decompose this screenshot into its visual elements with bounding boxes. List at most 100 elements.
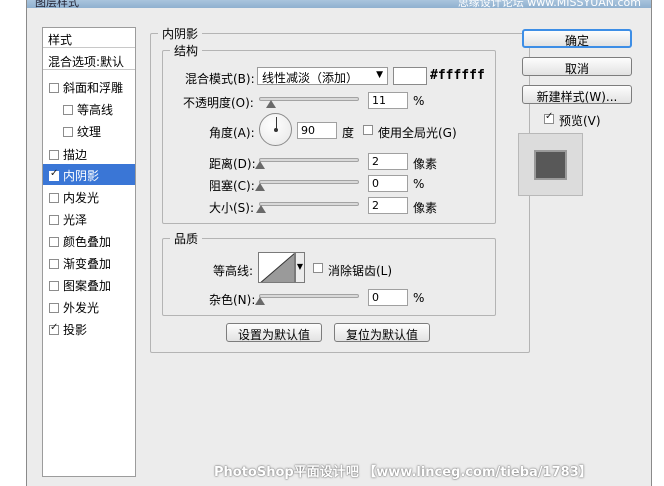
noise-label: 杂色(N): [209, 293, 256, 307]
styles-header[interactable]: 样式 [43, 28, 135, 48]
style-item-label: 内阴影 [63, 169, 100, 183]
style-item-satin[interactable]: 光泽 [43, 208, 135, 229]
style-item-inner-glow[interactable]: 内发光 [43, 186, 135, 207]
blend-mode-label: 混合模式(B): [185, 72, 255, 86]
noise-unit: % [413, 291, 425, 305]
style-item-texture[interactable]: 纹理 [43, 120, 135, 141]
blend-mode-value: 线性减淡（添加） [262, 71, 359, 85]
choke-label: 阻塞(C): [209, 179, 255, 193]
style-item-contour[interactable]: 等高线 [43, 98, 135, 119]
opacity-label: 不透明度(O): [183, 96, 254, 110]
size-slider[interactable] [255, 202, 359, 213]
window-title: 图层样式 [35, 0, 79, 8]
opacity-slider-thumb[interactable] [266, 100, 276, 108]
angle-unit: 度 [342, 126, 355, 140]
distance-unit: 像素 [413, 157, 438, 171]
opacity-input[interactable]: 11 [368, 92, 408, 109]
reset-default-button[interactable]: 复位为默认值 [334, 323, 430, 342]
contour-dropdown-arrow[interactable]: ▼ [295, 252, 305, 283]
opacity-slider[interactable] [259, 97, 359, 108]
angle-center-dot [274, 128, 278, 132]
style-item-stroke[interactable]: 描边 [43, 143, 135, 164]
contour-checkbox[interactable] [63, 105, 73, 115]
outer-glow-checkbox[interactable] [49, 303, 59, 313]
style-item-outer-glow[interactable]: 外发光 [43, 296, 135, 317]
style-item-label: 投影 [63, 323, 88, 337]
angle-dial[interactable] [259, 113, 292, 146]
inner-shadow-checkbox[interactable] [49, 168, 59, 181]
style-item-bevel-emboss[interactable]: 斜面和浮雕 [43, 76, 135, 97]
choke-input[interactable]: 0 [368, 175, 408, 192]
drop-shadow-checkbox[interactable] [49, 322, 59, 335]
color-overlay-checkbox[interactable] [49, 237, 59, 247]
new-style-button[interactable]: 新建样式(W)... [522, 85, 632, 104]
style-item-inner-shadow[interactable]: 内阴影 [43, 164, 135, 185]
pattern-overlay-checkbox[interactable] [49, 281, 59, 291]
style-item-label: 等高线 [77, 103, 114, 117]
size-slider-thumb[interactable] [255, 205, 266, 213]
anti-alias-label: 消除锯齿(L) [328, 264, 393, 278]
contour-picker[interactable] [258, 252, 295, 283]
contour-curve-icon [260, 253, 294, 282]
ok-button[interactable]: 确定 [522, 29, 632, 48]
title-bar: 图层样式 思缘设计论坛 www.MISSYUAN.com [27, 0, 651, 8]
watermark-text: PhotoShop平面设计吧 【www.linceg.com/tieba/178… [214, 465, 592, 480]
distance-slider-thumb[interactable] [255, 161, 266, 169]
choke-unit: % [413, 177, 425, 191]
stroke-checkbox[interactable] [49, 150, 59, 160]
gradient-overlay-checkbox[interactable] [49, 259, 59, 269]
style-item-label: 纹理 [77, 125, 102, 139]
style-item-label: 内发光 [63, 191, 100, 205]
shadow-color-hex: #ffffff [430, 68, 485, 83]
make-default-button[interactable]: 设置为默认值 [226, 323, 322, 342]
shadow-color-swatch[interactable] [393, 67, 427, 85]
bevel-emboss-checkbox[interactable] [49, 83, 59, 93]
style-item-label: 颜色叠加 [63, 235, 112, 249]
structure-title: 结构 [170, 42, 203, 59]
style-item-pattern-overlay[interactable]: 图案叠加 [43, 274, 135, 295]
style-list: 样式 混合选项:默认 斜面和浮雕 等高线 纹理 描边 内阴影 内发光 光泽 颜色… [42, 27, 136, 477]
anti-alias-checkbox[interactable] [313, 263, 323, 273]
cancel-button[interactable]: 取消 [522, 57, 632, 76]
angle-input[interactable]: 90 [297, 122, 337, 139]
style-item-label: 图案叠加 [63, 279, 112, 293]
style-item-label: 渐变叠加 [63, 257, 112, 271]
style-item-label: 光泽 [63, 213, 88, 227]
global-light-label: 使用全局光(G) [378, 126, 457, 140]
title-watermark: 思缘设计论坛 www.MISSYUAN.com [457, 0, 641, 8]
size-input[interactable]: 2 [368, 197, 408, 214]
size-label: 大小(S): [209, 201, 255, 215]
style-item-label: 描边 [63, 148, 88, 162]
style-item-label: 斜面和浮雕 [63, 81, 124, 95]
satin-checkbox[interactable] [49, 215, 59, 225]
angle-label: 角度(A): [209, 126, 255, 140]
distance-slider[interactable] [255, 158, 359, 169]
preview-sample [534, 150, 567, 180]
noise-slider[interactable] [255, 294, 359, 305]
style-item-label: 外发光 [63, 301, 100, 315]
style-preview-thumbnail [518, 133, 583, 196]
blending-options-item[interactable]: 混合选项:默认 [43, 50, 135, 70]
inner-shadow-title: 内阴影 [158, 25, 203, 42]
style-item-gradient-overlay[interactable]: 渐变叠加 [43, 252, 135, 273]
texture-checkbox[interactable] [63, 127, 73, 137]
inner-glow-checkbox[interactable] [49, 193, 59, 203]
choke-slider-thumb[interactable] [255, 183, 265, 191]
blend-mode-select[interactable]: 线性减淡（添加） ▼ [257, 67, 388, 85]
preview-checkbox[interactable] [544, 111, 554, 124]
distance-label: 距离(D): [209, 157, 256, 171]
noise-input[interactable]: 0 [368, 289, 408, 306]
choke-slider[interactable] [255, 180, 359, 191]
size-unit: 像素 [413, 201, 438, 215]
global-light-checkbox[interactable] [363, 125, 373, 135]
distance-input[interactable]: 2 [368, 153, 408, 170]
chevron-down-icon: ▼ [376, 70, 383, 80]
layer-style-dialog: 图层样式 思缘设计论坛 www.MISSYUAN.com 样式 混合选项:默认 … [26, 0, 652, 486]
noise-slider-thumb[interactable] [255, 297, 265, 305]
preview-label: 预览(V) [559, 114, 601, 128]
contour-label: 等高线: [213, 264, 254, 278]
opacity-unit: % [413, 94, 425, 108]
style-item-color-overlay[interactable]: 颜色叠加 [43, 230, 135, 251]
style-item-drop-shadow[interactable]: 投影 [43, 318, 135, 339]
quality-title: 品质 [170, 230, 203, 247]
